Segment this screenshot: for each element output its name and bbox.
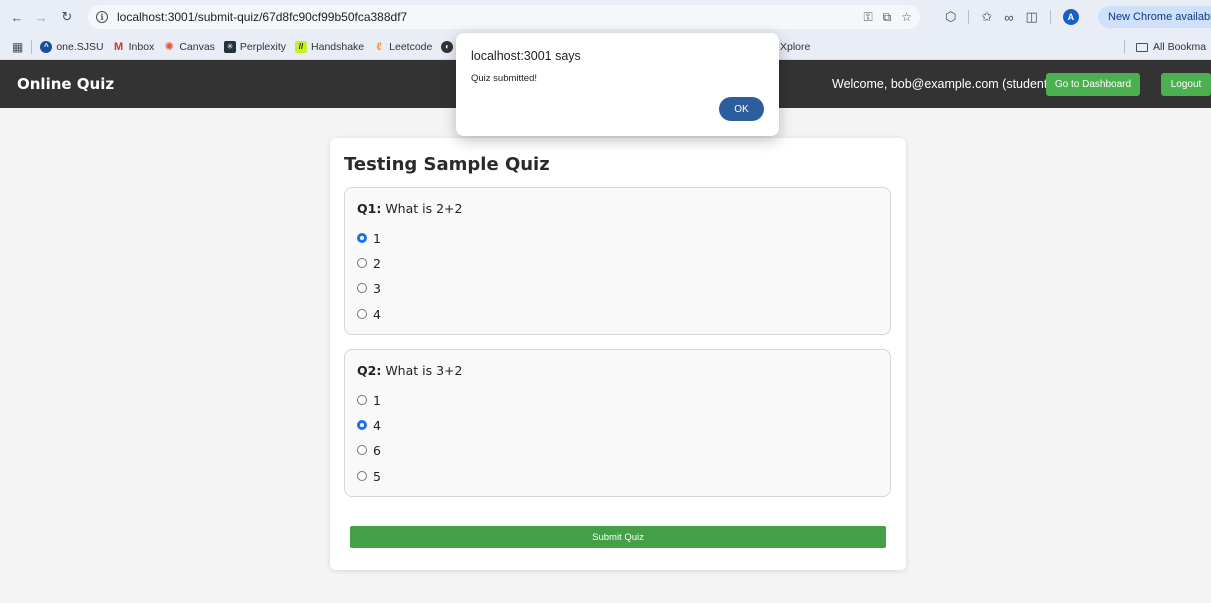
answer-option[interactable]: 4 xyxy=(357,417,381,433)
submit-quiz-button[interactable]: Submit Quiz xyxy=(350,526,886,548)
bookmark-perplexity[interactable]: ✳ Perplexity xyxy=(223,40,287,53)
question-block: Q2: What is 3+2 1 4 6 5 xyxy=(344,349,891,497)
app-title[interactable]: Online Quiz xyxy=(17,75,114,93)
go-to-dashboard-button[interactable]: Go to Dashboard xyxy=(1046,73,1140,96)
question-prompt: What is 2+2 xyxy=(385,201,463,216)
radio-button[interactable] xyxy=(357,258,367,268)
bookmark-leetcode[interactable]: ℓ Leetcode xyxy=(373,41,432,53)
question-number: Q2: xyxy=(357,363,382,378)
answer-option[interactable]: 5 xyxy=(357,468,381,484)
toolbar-divider xyxy=(1049,10,1051,24)
bookmark-inbox[interactable]: M Inbox xyxy=(113,40,155,53)
option-label: 1 xyxy=(373,392,381,408)
bookmark-label: Handshake xyxy=(311,40,365,53)
bookmark-label: Perplexity xyxy=(239,40,287,53)
dialog-message: Quiz submitted! xyxy=(471,73,537,84)
install-app-icon[interactable]: ⧉ xyxy=(883,10,892,25)
apps-grid-icon[interactable]: ▦ xyxy=(12,40,23,54)
radio-button-selected[interactable] xyxy=(357,233,367,243)
option-label: 6 xyxy=(373,442,381,458)
question-prompt: What is 3+2 xyxy=(385,363,463,378)
option-label: 2 xyxy=(373,255,381,271)
quiz-card: Testing Sample Quiz Q1: What is 2+2 1 2 … xyxy=(330,138,906,570)
side-panel-icon[interactable]: ◫ xyxy=(1026,9,1038,25)
bookmark-label: one.SJSU xyxy=(56,40,104,53)
radio-button-selected[interactable] xyxy=(357,420,367,430)
perplexity-icon: ✳ xyxy=(223,40,236,53)
browser-toolbar: ← → ↻ i localhost:3001/submit-quiz/67d8f… xyxy=(0,0,1211,34)
answer-option[interactable]: 1 xyxy=(357,392,381,408)
bookmark-handshake[interactable]: // Handshake xyxy=(295,40,365,53)
bookmark-one-sjsu[interactable]: ^ one.SJSU xyxy=(40,40,104,53)
bookmark-label: Leetcode xyxy=(389,40,433,53)
question-number: Q1: xyxy=(357,201,382,216)
option-label: 5 xyxy=(373,468,381,484)
bookmark-canvas[interactable]: ✺ Canvas xyxy=(163,40,215,54)
alert-dialog: localhost:3001 says Quiz submitted! OK xyxy=(456,33,779,136)
answer-option[interactable]: 4 xyxy=(357,306,381,322)
dialog-title: localhost:3001 says xyxy=(471,49,581,63)
answer-option[interactable]: 6 xyxy=(357,442,381,458)
canvas-icon: ✺ xyxy=(164,41,174,53)
question-text: Q2: What is 3+2 xyxy=(357,363,462,378)
leetcode-icon: ℓ xyxy=(376,40,382,53)
bookmark-label: Canvas xyxy=(179,40,215,53)
quiz-title: Testing Sample Quiz xyxy=(344,154,550,175)
radio-button[interactable] xyxy=(357,283,367,293)
handshake-icon: // xyxy=(295,40,308,53)
radio-button[interactable] xyxy=(357,395,367,405)
dialog-ok-button[interactable]: OK xyxy=(719,97,764,121)
password-key-icon[interactable]: ⚿ xyxy=(864,10,873,25)
bookmarks-divider xyxy=(31,39,33,54)
radio-button[interactable] xyxy=(357,309,367,319)
toolbar-divider xyxy=(968,10,970,24)
answer-option[interactable]: 1 xyxy=(357,230,381,246)
globe-icon: ◐ xyxy=(441,40,454,53)
profile-avatar[interactable]: A xyxy=(1062,9,1079,25)
option-label: 4 xyxy=(373,417,381,433)
gmail-icon: M xyxy=(114,40,124,53)
question-block: Q1: What is 2+2 1 2 3 4 xyxy=(344,187,891,335)
option-label: 4 xyxy=(373,306,381,322)
forward-arrow-icon[interactable]: → xyxy=(32,8,50,26)
welcome-text: Welcome, bob@example.com (student) xyxy=(832,77,1052,91)
bookmark-xplore[interactable]: Xplore xyxy=(780,41,810,53)
chrome-update-button[interactable]: New Chrome available xyxy=(1098,6,1211,28)
all-bookmarks-button[interactable]: All Bookma xyxy=(1136,34,1206,60)
bookmarks-divider xyxy=(1124,40,1125,54)
bookmark-star-icon[interactable]: ☆ xyxy=(901,10,912,24)
option-label: 3 xyxy=(373,280,381,296)
site-info-icon[interactable]: i xyxy=(96,11,108,23)
answer-option[interactable]: 3 xyxy=(357,280,381,296)
option-label: 1 xyxy=(373,230,381,246)
logout-button[interactable]: Logout xyxy=(1161,73,1211,96)
radio-button[interactable] xyxy=(357,471,367,481)
folder-icon xyxy=(1136,42,1148,52)
all-bookmarks-label: All Bookma xyxy=(1153,41,1207,53)
sjsu-icon: ^ xyxy=(40,40,53,53)
extensions-icon[interactable]: ⬡ xyxy=(945,9,956,25)
reading-list-icon[interactable]: ✩ xyxy=(981,9,992,25)
link-icon[interactable]: ∞ xyxy=(1004,10,1013,25)
reload-icon[interactable]: ↻ xyxy=(58,8,76,26)
question-text: Q1: What is 2+2 xyxy=(357,201,462,216)
radio-button[interactable] xyxy=(357,445,367,455)
back-arrow-icon[interactable]: ← xyxy=(8,8,26,26)
bookmark-label: Inbox xyxy=(128,40,155,53)
url-text[interactable]: localhost:3001/submit-quiz/67d8fc90cf99b… xyxy=(117,10,407,24)
answer-option[interactable]: 2 xyxy=(357,255,381,271)
address-bar[interactable]: i localhost:3001/submit-quiz/67d8fc90cf9… xyxy=(88,5,920,29)
